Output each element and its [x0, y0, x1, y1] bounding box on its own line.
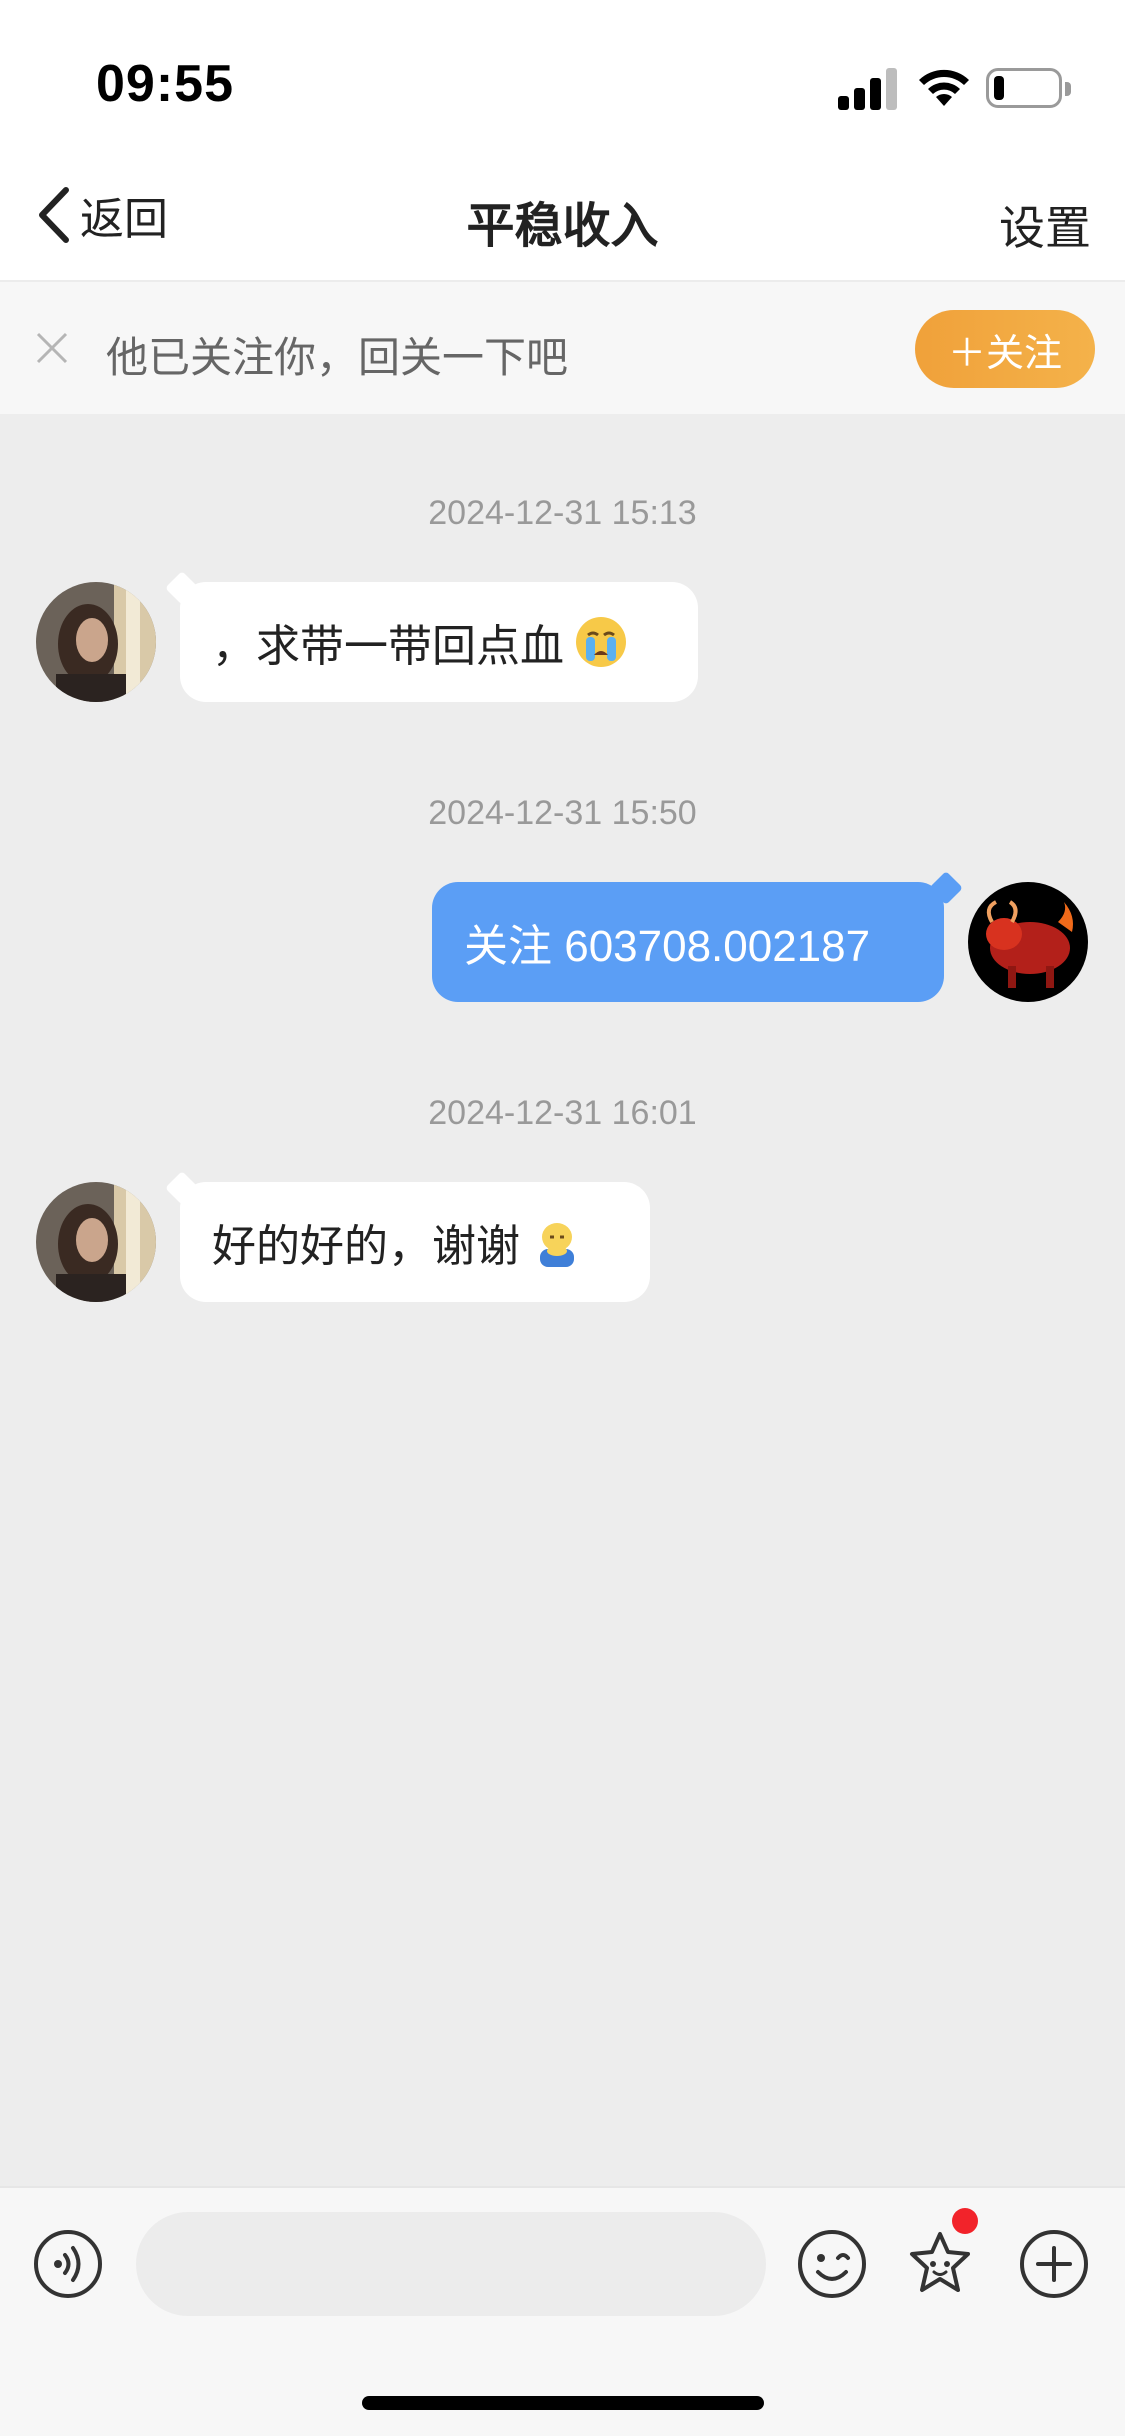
back-label: 返回: [80, 195, 168, 244]
bowing-person-icon: [540, 1223, 574, 1267]
follow-back-prompt: 他已关注你，回关一下吧: [106, 334, 569, 381]
status-bar: 09:55: [0, 0, 1125, 150]
sticker-icon[interactable]: [904, 2228, 976, 2300]
message-timestamp: 2024-12-31 15:50: [428, 794, 697, 832]
battery-icon: [986, 68, 1071, 108]
follow-back-banner: 他已关注你，回关一下吧 ＋关注: [0, 282, 1125, 414]
avatar[interactable]: [36, 582, 156, 702]
back-button[interactable]: 返回: [32, 180, 168, 250]
plus-icon[interactable]: [1018, 2228, 1090, 2300]
emoji-icon[interactable]: [796, 2228, 868, 2300]
wifi-icon: [919, 69, 969, 106]
cellular-signal-icon: [838, 66, 898, 110]
user-avatar-image: [36, 1182, 156, 1302]
avatar[interactable]: [36, 1182, 156, 1302]
close-icon[interactable]: [32, 328, 72, 368]
follow-button[interactable]: ＋关注: [915, 310, 1095, 388]
chevron-left-icon: [39, 187, 69, 243]
user-avatar-image: [36, 582, 156, 702]
nav-bar: 平稳收入 返回 设置: [0, 150, 1125, 282]
incoming-message-bubble[interactable]: ，求带一带回点血: [180, 582, 698, 702]
voice-input-icon[interactable]: [32, 2228, 104, 2300]
message-text: 好的好的，谢谢: [212, 1222, 520, 1271]
message-text: 关注 603708.002187: [464, 922, 871, 971]
message-input[interactable]: [136, 2212, 766, 2316]
my-avatar[interactable]: [968, 882, 1088, 1002]
incoming-message-bubble[interactable]: 好的好的，谢谢: [180, 1182, 650, 1302]
crying-face-icon: [576, 617, 626, 667]
bull-avatar-image: [968, 882, 1088, 1002]
chat-screen: 09:55 平稳收入 返回 设置 他已关注你，回关一下吧 ＋关注 2024-12…: [0, 0, 1125, 2436]
status-time: 09:55: [96, 55, 234, 113]
notification-dot: [952, 2208, 978, 2234]
page-title: 平稳收入: [466, 200, 659, 253]
settings-button[interactable]: 设置: [999, 192, 1091, 258]
message-text: ，求带一带回点血: [212, 622, 564, 671]
message-timestamp: 2024-12-31 15:13: [428, 494, 697, 532]
outgoing-message-bubble[interactable]: 关注 603708.002187: [432, 882, 944, 1002]
message-timestamp: 2024-12-31 16:01: [428, 1094, 697, 1132]
home-indicator[interactable]: [362, 2396, 764, 2410]
